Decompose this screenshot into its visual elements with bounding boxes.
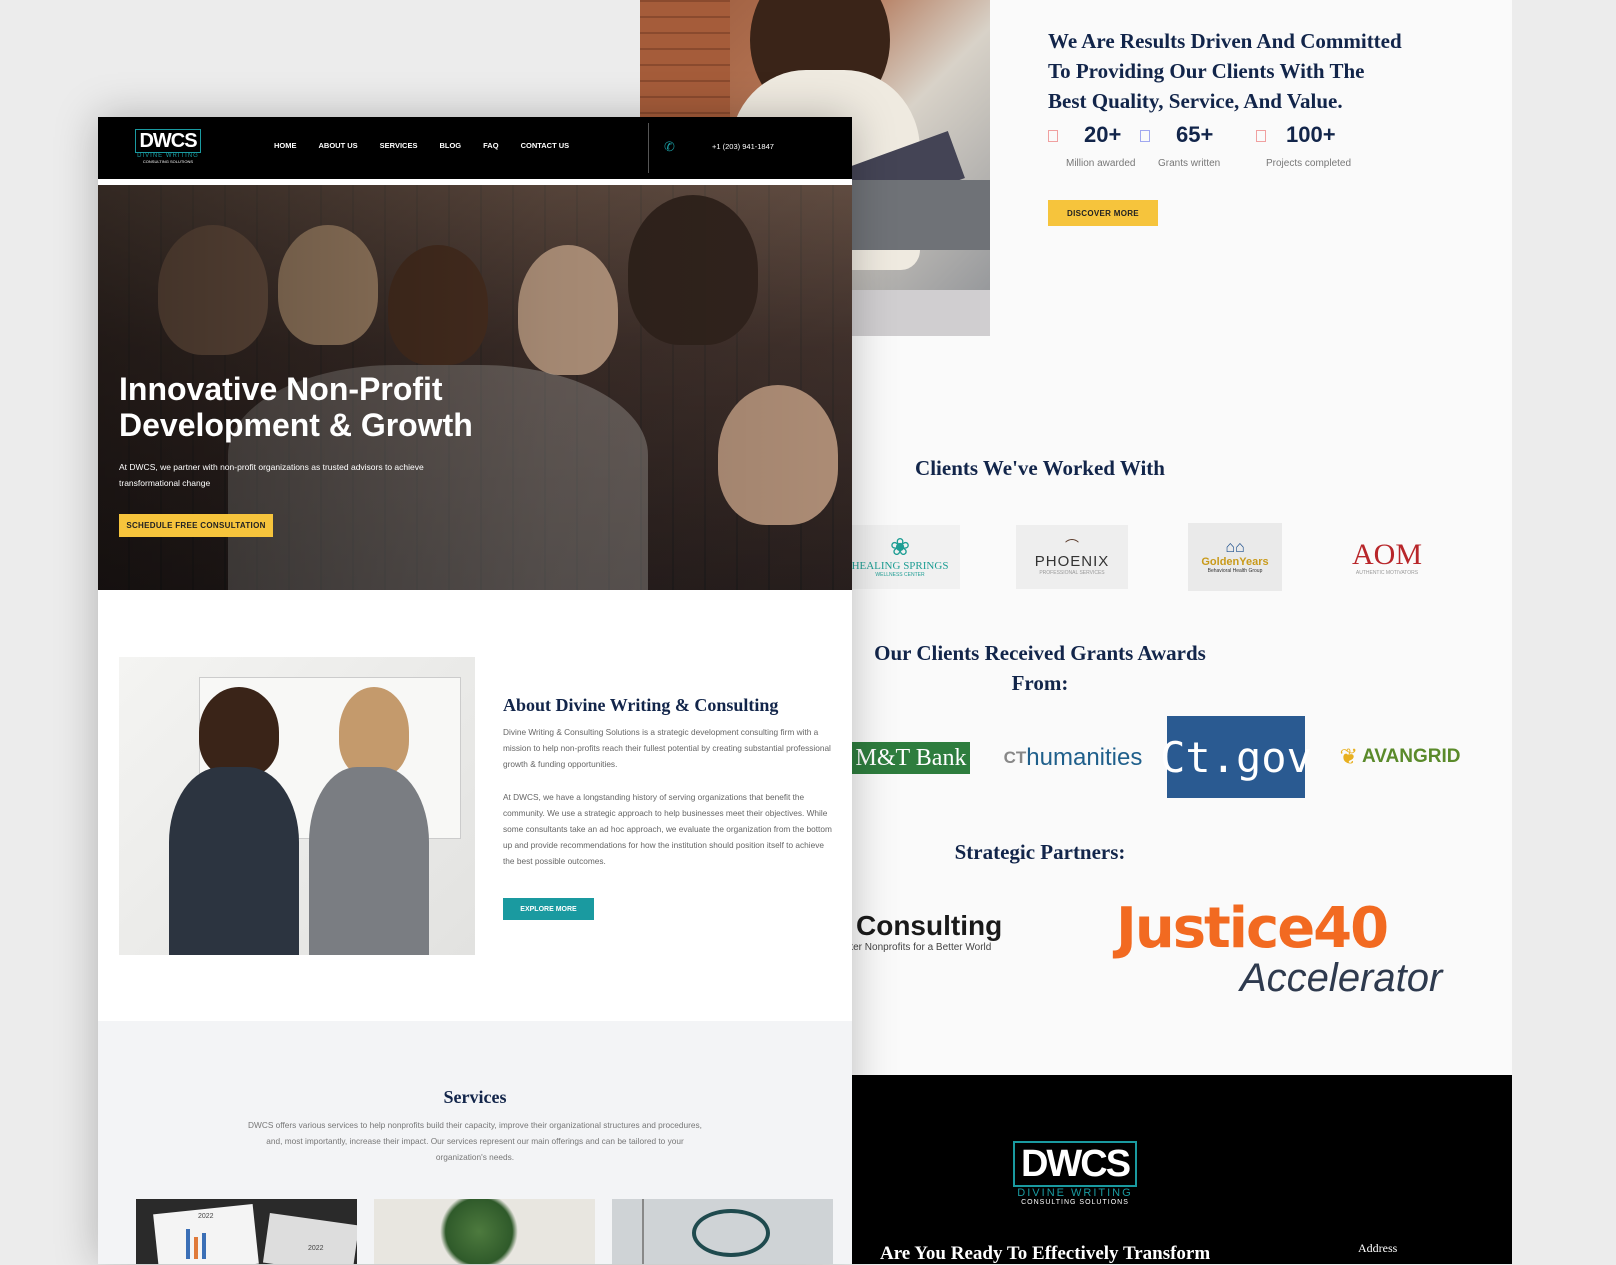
- aom-text: AOM: [1351, 538, 1422, 571]
- service-card-label2: 2022: [308, 1245, 324, 1252]
- discover-more-button[interactable]: DISCOVER MORE: [1048, 200, 1158, 226]
- mt-bank-text: M&T Bank: [855, 744, 967, 771]
- avangrid-text: AVANGRID: [1361, 746, 1461, 767]
- bird-icon: ⌒: [1065, 537, 1079, 554]
- nav-services[interactable]: SERVICES: [380, 141, 418, 150]
- nav-faq[interactable]: FAQ: [483, 141, 498, 150]
- nav-about-us[interactable]: ABOUT US: [319, 141, 358, 150]
- results-heading-line2: To Providing Our Clients With The: [1048, 59, 1365, 83]
- healing-springs-subtext: WELLNESS CENTER: [875, 572, 925, 578]
- avangrid-logo: ❦ AVANGRID: [1325, 740, 1475, 774]
- lotus-icon: ❀: [889, 534, 911, 561]
- ct-humanities-text: humanities: [1026, 744, 1143, 771]
- nav-home[interactable]: HOME: [274, 141, 297, 150]
- justice40-text: Justice40: [1116, 896, 1389, 961]
- aom-logo: AOM AUTHENTIC MOTIVATORS: [1332, 530, 1442, 586]
- footer-logo-subtitle1: DIVINE WRITING: [1017, 1187, 1133, 1199]
- ct-humanities-prefix: CT: [1003, 748, 1027, 767]
- stat-label: Projects completed: [1266, 158, 1352, 169]
- ct-gov-logo: Ct.gov: [1160, 716, 1312, 798]
- service-card-plant[interactable]: [374, 1199, 595, 1264]
- stat-label: Grants written: [1158, 158, 1221, 169]
- nav-divider: [648, 123, 649, 173]
- hero-subtitle: At DWCS, we partner with non-profit orga…: [119, 462, 424, 488]
- service-card-office[interactable]: [612, 1199, 833, 1264]
- ct-humanities-logo: CT humanities: [998, 740, 1148, 776]
- roof-icon: ⌂⌂: [1225, 539, 1245, 556]
- about-paragraph2: At DWCS, we have a longstanding history …: [503, 792, 832, 866]
- results-heading-line1: We Are Results Driven And Committed: [1048, 29, 1402, 53]
- justice40-logo: Justice40 Accelerator: [1116, 896, 1476, 1016]
- aom-subtext: AUTHENTIC MOTIVATORS: [1355, 570, 1419, 576]
- hero-section: Innovative Non-Profit Development & Grow…: [98, 185, 852, 590]
- results-heading: We Are Results Driven And Committed To P…: [1048, 26, 1468, 116]
- stat-value: 65+: [1176, 122, 1214, 147]
- navbar: DWCS DIVINE WRITING CONSULTING SOLUTIONS…: [98, 117, 852, 179]
- healing-springs-logo: ❀ HEALING SPRINGS WELLNESS CENTER: [840, 525, 960, 589]
- golden-years-subtext: Behavioral Health Group: [1207, 568, 1263, 574]
- about-heading: About Divine Writing & Consulting: [503, 695, 779, 715]
- logo-mark: DWCS: [135, 129, 201, 153]
- footer-logo: DWCS DIVINE WRITING CONSULTING SOLUTIONS: [1010, 1141, 1140, 1221]
- leaf-icon: ❦: [1339, 744, 1358, 769]
- accelerator-text: Accelerator: [1240, 956, 1443, 1000]
- hero-title: Innovative Non-Profit Development & Grow…: [119, 371, 473, 443]
- service-card-label1: 2022: [198, 1213, 214, 1220]
- footer-address-label: Address: [1358, 1241, 1398, 1255]
- mt-bank-logo: M&T Bank: [852, 742, 970, 774]
- hero-title-line1: Innovative Non-Profit: [119, 371, 443, 407]
- nav-menu: HOME ABOUT US SERVICES BLOG FAQ CONTACT …: [274, 141, 569, 150]
- phoenix-logo: ⌒ PHOENIX PROFESSIONAL SERVICES: [1016, 525, 1128, 589]
- footer-logo-mark: DWCS: [1012, 1141, 1138, 1187]
- stat-icon: [1256, 130, 1266, 142]
- stat-label: Million awarded: [1066, 158, 1136, 169]
- footer-heading: Are You Ready To Effectively Transform: [880, 1243, 1211, 1264]
- explore-more-button[interactable]: EXPLORE MORE: [503, 898, 594, 920]
- left-page: DWCS DIVINE WRITING CONSULTING SOLUTIONS…: [98, 117, 852, 1264]
- footer-logo-subtitle2: CONSULTING SOLUTIONS: [1021, 1199, 1129, 1206]
- phone-number[interactable]: +1 (203) 941-1847: [712, 142, 774, 151]
- schedule-consultation-button[interactable]: SCHEDULE FREE CONSULTATION: [119, 514, 273, 537]
- golden-years-logo: ⌂⌂ GoldenYears Behavioral Health Group: [1188, 523, 1282, 591]
- services-section: Services DWCS offers various services to…: [98, 1021, 852, 1264]
- stat-icon: [1140, 130, 1150, 142]
- phoenix-text: PHOENIX: [1034, 552, 1110, 570]
- about-photo: [119, 657, 475, 955]
- stat-value: 20+: [1084, 122, 1122, 147]
- stat-value: 100+: [1286, 122, 1336, 147]
- logo-subtitle2: CONSULTING SOLUTIONS: [142, 159, 194, 164]
- service-card-charts[interactable]: 2022 2022: [136, 1199, 357, 1264]
- services-heading: Services: [443, 1087, 507, 1107]
- services-description: DWCS offers various services to help non…: [248, 1120, 702, 1162]
- phoenix-subtext: PROFESSIONAL SERVICES: [1039, 569, 1105, 576]
- consulting-subtext: etter Nonprofits for a Better World: [842, 942, 992, 953]
- ct-gov-text: Ct.gov: [1160, 732, 1312, 782]
- golden-years-text: GoldenYears: [1201, 556, 1269, 568]
- site-logo[interactable]: DWCS DIVINE WRITING CONSULTING SOLUTIONS: [132, 129, 204, 171]
- about-paragraph1: Divine Writing & Consulting Solutions is…: [503, 727, 831, 769]
- healing-springs-text: HEALING SPRINGS: [851, 560, 949, 572]
- nav-blog[interactable]: BLOG: [439, 141, 461, 150]
- phone-icon: ✆: [664, 139, 675, 154]
- stat-icon: [1048, 130, 1058, 142]
- consulting-logo: Consulting etter Nonprofits for a Better…: [826, 910, 1056, 970]
- consulting-text: Consulting: [856, 910, 1003, 941]
- results-heading-line3: Best Quality, Service, And Value.: [1048, 89, 1343, 113]
- hero-title-line2: Development & Growth: [119, 407, 473, 443]
- nav-contact-us[interactable]: CONTACT US: [521, 141, 570, 150]
